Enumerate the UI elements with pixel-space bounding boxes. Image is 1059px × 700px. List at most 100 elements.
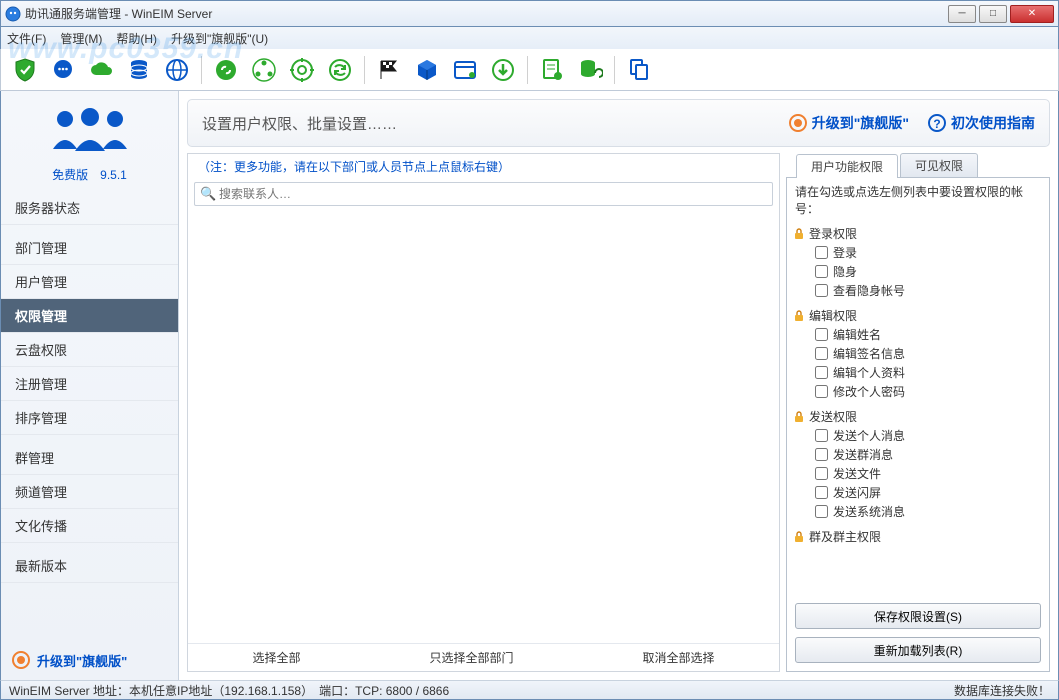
- titlebar: 助讯通服务端管理 - WinEIM Server ─ □ ✕: [0, 0, 1059, 27]
- perm-item[interactable]: 发送闪屏: [793, 483, 1043, 502]
- document-icon[interactable]: [536, 54, 568, 86]
- globe-icon[interactable]: [161, 54, 193, 86]
- perm-item[interactable]: 发送个人消息: [793, 426, 1043, 445]
- maximize-button[interactable]: □: [979, 5, 1007, 23]
- menu-help[interactable]: 帮助(H): [116, 30, 157, 47]
- sidebar-upgrade-link[interactable]: 升级到"旗舰版": [1, 640, 178, 680]
- separator: [364, 56, 365, 84]
- perm-checkbox[interactable]: [815, 385, 828, 398]
- menubar: 文件(F) 管理(M) 帮助(H) 升级到"旗舰版"(U): [0, 27, 1059, 49]
- lock-icon: [793, 228, 805, 240]
- sidebar-item-9[interactable]: 文化传播: [1, 509, 178, 543]
- guide-link[interactable]: ? 初次使用指南: [927, 113, 1035, 133]
- window-icon[interactable]: [449, 54, 481, 86]
- permission-panel: 用户功能权限 可见权限 请在勾选或点选左侧列表中要设置权限的帐号： 登录权限登录…: [786, 153, 1050, 672]
- sidebar-item-1[interactable]: 部门管理: [1, 231, 178, 265]
- perm-item[interactable]: 编辑姓名: [793, 325, 1043, 344]
- app-icon: [5, 6, 21, 22]
- flag-icon[interactable]: [373, 54, 405, 86]
- perm-item[interactable]: 发送群消息: [793, 445, 1043, 464]
- perm-checkbox[interactable]: [815, 486, 828, 499]
- lock-icon: [793, 411, 805, 423]
- menu-manage[interactable]: 管理(M): [60, 30, 102, 47]
- tab-feature-perm[interactable]: 用户功能权限: [796, 154, 898, 178]
- search-input[interactable]: [194, 182, 773, 206]
- sidebar-item-6[interactable]: 排序管理: [1, 401, 178, 435]
- perm-item[interactable]: 查看隐身帐号: [793, 281, 1043, 300]
- link-icon[interactable]: [210, 54, 242, 86]
- perm-item[interactable]: 编辑个人资料: [793, 363, 1043, 382]
- gear-icon[interactable]: [286, 54, 318, 86]
- refresh-icon[interactable]: [324, 54, 356, 86]
- sidebar-item-2[interactable]: 用户管理: [1, 265, 178, 299]
- minimize-button[interactable]: ─: [948, 5, 976, 23]
- sidebar-item-3[interactable]: 权限管理: [1, 299, 178, 333]
- perm-group-3[interactable]: 群及群主权限: [793, 527, 1043, 546]
- menu-upgrade[interactable]: 升级到"旗舰版"(U): [171, 30, 268, 47]
- sidebar-item-5[interactable]: 注册管理: [1, 367, 178, 401]
- status-db: 数据库连接失败！: [954, 682, 1050, 699]
- contact-tree[interactable]: [188, 212, 779, 643]
- toolbar: [0, 49, 1059, 91]
- menu-file[interactable]: 文件(F): [7, 30, 46, 47]
- database-sync-icon[interactable]: [574, 54, 606, 86]
- nodes-icon[interactable]: [248, 54, 280, 86]
- copy-icon[interactable]: [623, 54, 655, 86]
- perm-item[interactable]: 登录: [793, 243, 1043, 262]
- perm-item[interactable]: 发送系统消息: [793, 502, 1043, 521]
- sidebar-item-0[interactable]: 服务器状态: [1, 191, 178, 225]
- sidebar-logo: [1, 91, 178, 162]
- permission-tree[interactable]: 登录权限登录隐身查看隐身帐号编辑权限编辑姓名编辑签名信息编辑个人资料修改个人密码…: [787, 222, 1049, 595]
- database-icon[interactable]: [123, 54, 155, 86]
- medal-icon: [788, 113, 808, 133]
- page-title: 设置用户权限、批量设置……: [202, 113, 397, 134]
- shield-icon[interactable]: [9, 54, 41, 86]
- permission-tabs: 用户功能权限 可见权限: [786, 153, 1050, 177]
- svg-text:?: ?: [933, 117, 940, 131]
- separator: [201, 56, 202, 84]
- upgrade-link[interactable]: 升级到"旗舰版": [788, 113, 909, 133]
- sidebar-item-4[interactable]: 云盘权限: [1, 333, 178, 367]
- search-icon: 🔍: [200, 186, 216, 202]
- close-button[interactable]: ✕: [1010, 5, 1054, 23]
- perm-item[interactable]: 发送文件: [793, 464, 1043, 483]
- perm-group-0[interactable]: 登录权限: [793, 224, 1043, 243]
- select-all-link[interactable]: 选择全部: [252, 649, 300, 666]
- chat-icon[interactable]: [47, 54, 79, 86]
- perm-checkbox[interactable]: [815, 505, 828, 518]
- version-label: 免费版 9.5.1: [1, 162, 178, 191]
- perm-checkbox[interactable]: [815, 328, 828, 341]
- hint-text: （注：更多功能，请在以下部门或人员节点上点鼠标右键）: [188, 154, 779, 179]
- sidebar-item-7[interactable]: 群管理: [1, 441, 178, 475]
- perm-checkbox[interactable]: [815, 429, 828, 442]
- perm-group-2[interactable]: 发送权限: [793, 407, 1043, 426]
- perm-group-1[interactable]: 编辑权限: [793, 306, 1043, 325]
- permission-hint: 请在勾选或点选左侧列表中要设置权限的帐号：: [787, 178, 1049, 222]
- reload-list-button[interactable]: 重新加载列表(R): [795, 637, 1041, 663]
- perm-checkbox[interactable]: [815, 347, 828, 360]
- lock-icon: [793, 531, 805, 543]
- perm-item[interactable]: 隐身: [793, 262, 1043, 281]
- sidebar-item-8[interactable]: 频道管理: [1, 475, 178, 509]
- cloud-icon[interactable]: [85, 54, 117, 86]
- select-depts-link[interactable]: 只选择全部部门: [429, 649, 513, 666]
- medal-icon: [11, 650, 31, 670]
- statusbar: WinEIM Server 地址：本机任意IP地址（192.168.1.158）…: [0, 680, 1059, 700]
- separator: [527, 56, 528, 84]
- perm-item[interactable]: 修改个人密码: [793, 382, 1043, 401]
- list-footer: 选择全部 只选择全部部门 取消全部选择: [188, 643, 779, 671]
- perm-checkbox[interactable]: [815, 265, 828, 278]
- perm-checkbox[interactable]: [815, 246, 828, 259]
- content: 设置用户权限、批量设置…… 升级到"旗舰版" ? 初次使用指南 （注：更多功能，…: [179, 91, 1058, 680]
- tab-visible-perm[interactable]: 可见权限: [900, 153, 978, 177]
- sidebar-item-10[interactable]: 最新版本: [1, 549, 178, 583]
- download-icon[interactable]: [487, 54, 519, 86]
- perm-checkbox[interactable]: [815, 467, 828, 480]
- perm-checkbox[interactable]: [815, 284, 828, 297]
- cube-icon[interactable]: [411, 54, 443, 86]
- deselect-all-link[interactable]: 取消全部选择: [642, 649, 714, 666]
- perm-checkbox[interactable]: [815, 366, 828, 379]
- perm-item[interactable]: 编辑签名信息: [793, 344, 1043, 363]
- perm-checkbox[interactable]: [815, 448, 828, 461]
- save-permissions-button[interactable]: 保存权限设置(S): [795, 603, 1041, 629]
